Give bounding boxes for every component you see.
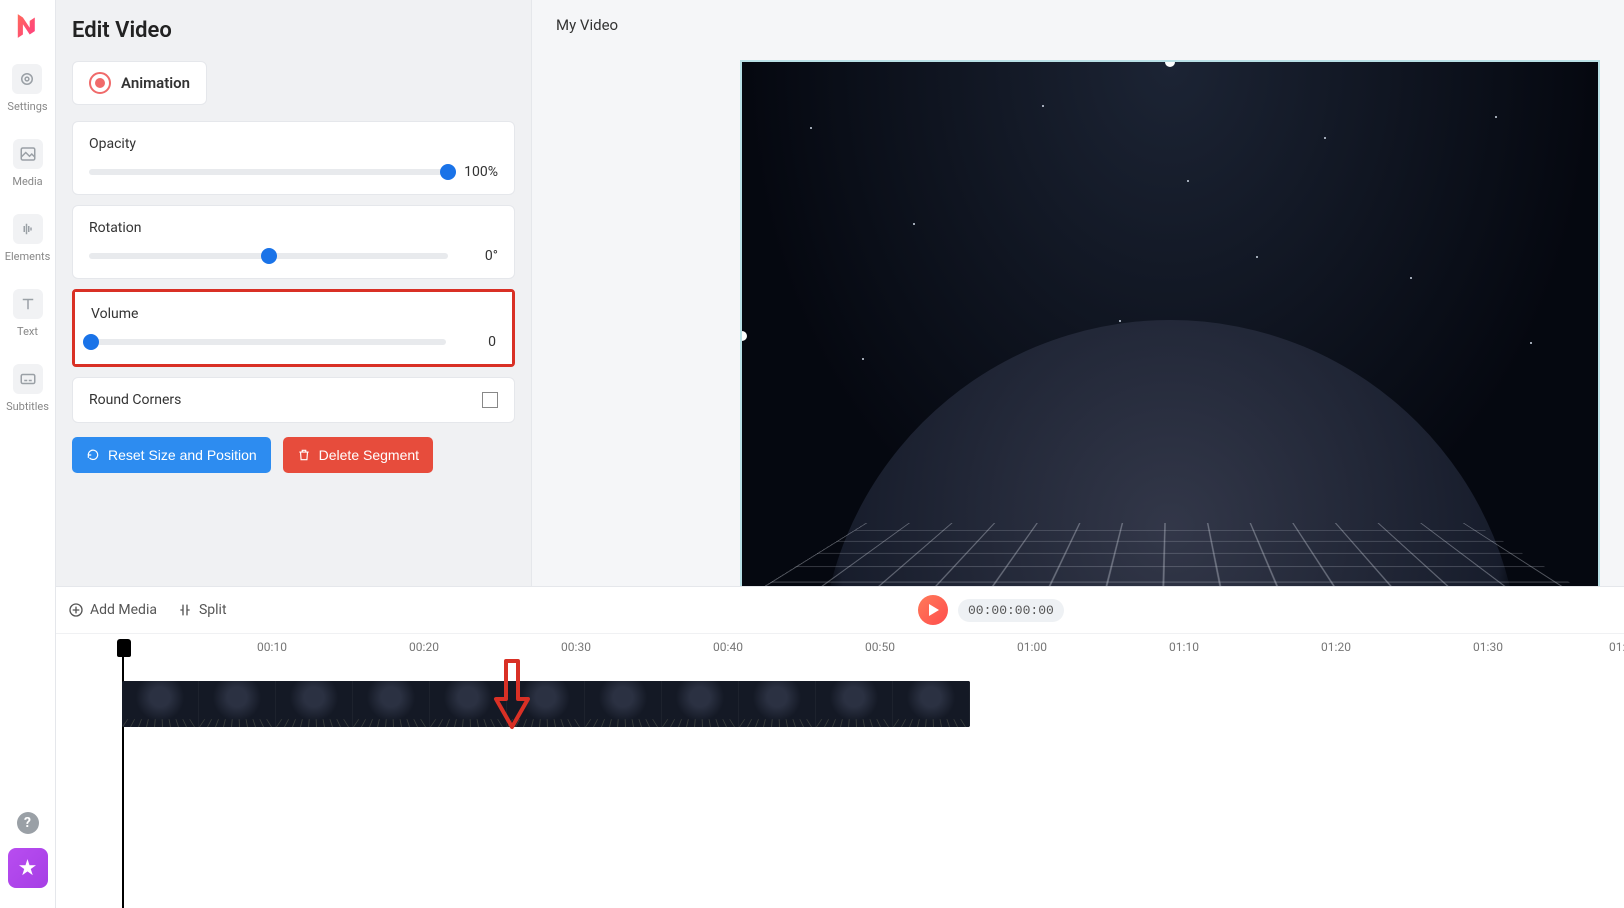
split-label: Split <box>199 602 227 618</box>
video-title: My Video <box>532 0 1624 50</box>
round-corners-checkbox[interactable] <box>482 392 498 408</box>
video-preview[interactable] <box>740 60 1600 602</box>
subtitle-icon <box>13 364 43 394</box>
ruler-tick: 00:40 <box>713 640 743 654</box>
opacity-card: Opacity 100% <box>72 121 515 195</box>
ruler-tick: 01:00 <box>1017 640 1047 654</box>
sidebar-item-settings[interactable]: Settings <box>7 64 47 113</box>
waveform-icon <box>13 214 43 244</box>
split-button[interactable]: Split <box>177 602 227 618</box>
ruler-tick: 00:50 <box>865 640 895 654</box>
playhead[interactable] <box>122 639 124 908</box>
timeline-pane: Add Media Split 00:00:00:00 00:10 00:20 <box>56 586 1624 908</box>
app-logo-icon[interactable] <box>10 8 46 44</box>
ruler-tick: 00:20 <box>409 640 439 654</box>
sidebar-label: Settings <box>7 100 47 113</box>
volume-label: Volume <box>91 306 496 322</box>
sidebar-item-media[interactable]: Media <box>12 139 42 188</box>
volume-value: 0 <box>458 334 496 350</box>
reset-size-position-button[interactable]: Reset Size and Position <box>72 437 271 473</box>
target-icon <box>89 72 111 94</box>
reset-button-label: Reset Size and Position <box>108 447 257 463</box>
image-icon <box>13 139 43 169</box>
timeline-body[interactable] <box>56 663 1624 908</box>
sidebar-item-subtitles[interactable]: Subtitles <box>6 364 49 413</box>
text-icon <box>13 289 43 319</box>
ruler-tick: 01:10 <box>1169 640 1199 654</box>
opacity-slider[interactable] <box>89 169 448 175</box>
play-button[interactable] <box>918 595 948 625</box>
ruler-tick: 01:40 <box>1609 640 1624 654</box>
add-media-label: Add Media <box>90 602 157 618</box>
animation-button[interactable]: Animation <box>72 61 207 105</box>
trash-icon <box>297 448 311 462</box>
split-icon <box>177 602 193 618</box>
sidebar-item-text[interactable]: Text <box>13 289 43 338</box>
plus-circle-icon <box>68 602 84 618</box>
refresh-icon <box>86 448 100 462</box>
round-corners-card: Round Corners <box>72 377 515 423</box>
sidebar-label: Elements <box>5 250 51 263</box>
play-icon <box>929 604 939 616</box>
volume-highlight-annotation: Volume 0 <box>72 289 515 367</box>
delete-segment-button[interactable]: Delete Segment <box>283 437 433 473</box>
timecode-display: 00:00:00:00 <box>958 599 1064 622</box>
volume-slider[interactable] <box>91 339 446 345</box>
premium-star-icon[interactable]: ★ <box>8 848 48 888</box>
panel-title: Edit Video <box>72 18 515 43</box>
settings-icon <box>12 64 42 94</box>
ruler-tick: 00:10 <box>257 640 287 654</box>
rotation-label: Rotation <box>89 220 498 236</box>
sidebar-label: Media <box>12 175 42 188</box>
sidebar-item-elements[interactable]: Elements <box>5 214 51 263</box>
ruler-tick: 01:30 <box>1473 640 1503 654</box>
sidebar-label: Text <box>17 325 38 338</box>
opacity-label: Opacity <box>89 136 498 152</box>
opacity-value: 100% <box>460 164 498 180</box>
ruler-tick: 00:30 <box>561 640 591 654</box>
sidebar-label: Subtitles <box>6 400 49 413</box>
video-clip[interactable] <box>122 681 970 727</box>
rotation-slider[interactable] <box>89 253 448 259</box>
volume-card: Volume 0 <box>75 292 512 364</box>
round-corners-label: Round Corners <box>89 392 181 408</box>
icon-rail: Settings Media Elements Text Subtitles <box>0 0 56 908</box>
delete-button-label: Delete Segment <box>319 447 419 463</box>
help-icon[interactable]: ? <box>17 812 39 834</box>
timeline-ruler[interactable]: 00:10 00:20 00:30 00:40 00:50 01:00 01:1… <box>56 633 1624 663</box>
add-media-button[interactable]: Add Media <box>68 602 157 618</box>
ruler-tick: 01:20 <box>1321 640 1351 654</box>
rotation-value: 0° <box>460 248 498 264</box>
animation-label: Animation <box>121 74 190 92</box>
rotation-card: Rotation 0° <box>72 205 515 279</box>
